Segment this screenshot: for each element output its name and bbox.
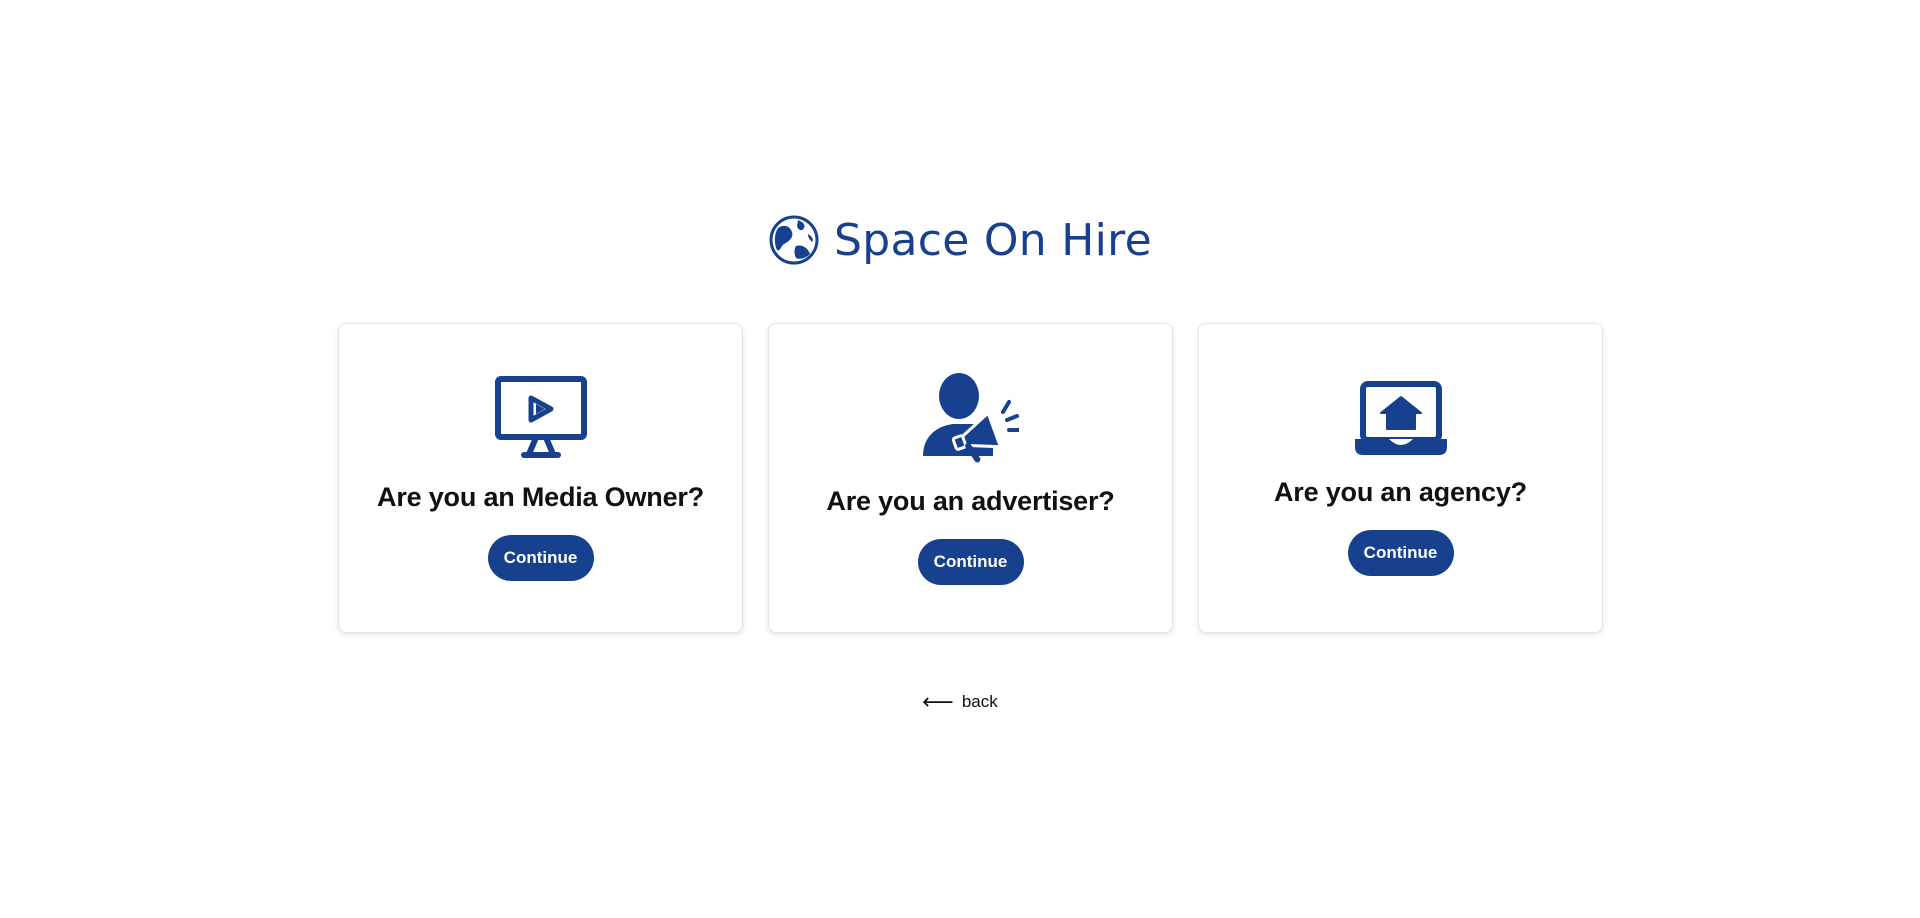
brand-logo[interactable]: Space On Hire bbox=[0, 210, 1920, 270]
monitor-play-icon bbox=[494, 375, 587, 458]
card-title: Are you an Media Owner? bbox=[377, 481, 704, 512]
back-label: back bbox=[961, 692, 998, 711]
page: Space On Hire Are you an Media Owner? Co… bbox=[0, 0, 1920, 918]
role-cards: Are you an Media Owner? Continue Are you… bbox=[338, 323, 1603, 633]
laptop-home-icon bbox=[1354, 380, 1447, 455]
continue-button-advertiser[interactable]: Continue bbox=[917, 538, 1024, 585]
card-title: Are you an agency? bbox=[1274, 476, 1527, 507]
card-media-owner: Are you an Media Owner? Continue bbox=[338, 323, 743, 633]
person-megaphone-icon bbox=[922, 372, 1019, 462]
brand-name: Space On Hire bbox=[834, 214, 1152, 266]
back-link[interactable]: ⟵ back bbox=[0, 688, 1920, 716]
continue-button-media-owner[interactable]: Continue bbox=[487, 534, 594, 581]
globe-icon bbox=[769, 215, 819, 265]
card-title: Are you an advertiser? bbox=[826, 485, 1115, 516]
card-agency: Are you an agency? Continue bbox=[1198, 323, 1603, 633]
card-advertiser: Are you an advertiser? Continue bbox=[768, 323, 1173, 633]
continue-button-agency[interactable]: Continue bbox=[1347, 529, 1454, 576]
arrow-left-icon: ⟵ bbox=[922, 689, 954, 714]
